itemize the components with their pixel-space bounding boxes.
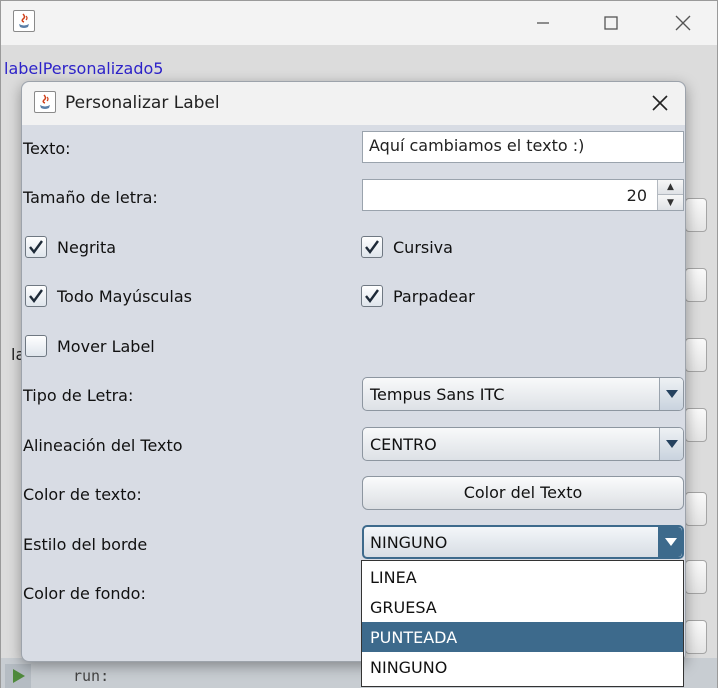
negrita-label: Negrita <box>57 237 117 257</box>
dialog-title: Personalizar Label <box>65 93 220 113</box>
background-button[interactable] <box>685 408 707 442</box>
negrita-checkbox-row[interactable]: Negrita <box>25 235 116 259</box>
mayusculas-checkbox-row[interactable]: Todo Mayúsculas <box>25 284 192 308</box>
mover-label-label: Mover Label <box>57 336 155 356</box>
alineacion-label: Alineación del Texto <box>23 436 183 455</box>
texto-input[interactable]: Aquí cambiamos el texto :) <box>362 131 684 163</box>
mover-label-checkbox-row[interactable]: Mover Label <box>25 334 155 358</box>
spin-down-icon[interactable]: ▼ <box>658 195 683 210</box>
dropdown-option-ninguno[interactable]: NINGUNO <box>362 652 683 682</box>
color-texto-label: Color de texto: <box>23 485 142 504</box>
estilo-borde-label: Estilo del borde <box>23 535 148 554</box>
spinner-arrows: ▲ ▼ <box>657 180 683 210</box>
dropdown-option-linea[interactable]: LINEA <box>362 562 683 592</box>
alineacion-value: CENTRO <box>370 435 437 454</box>
minimize-icon[interactable] <box>531 11 555 35</box>
estilo-borde-dropdown: LINEA GRUESA PUNTEADA NINGUNO <box>361 560 684 687</box>
java-app-icon <box>34 91 56 113</box>
tamano-label: Tamaño de letra: <box>23 188 158 207</box>
outer-titlebar <box>1 1 717 45</box>
background-button[interactable] <box>685 620 707 654</box>
tipo-letra-value: Tempus Sans ITC <box>370 385 505 404</box>
background-button[interactable] <box>685 492 707 526</box>
label-personalizado: labelPersonalizado5 <box>4 59 164 78</box>
chevron-down-icon[interactable] <box>658 527 682 557</box>
close-icon[interactable] <box>671 11 695 35</box>
dropdown-option-punteada[interactable]: PUNTEADA <box>362 622 683 652</box>
cursiva-checkbox[interactable] <box>361 236 383 258</box>
parpadear-checkbox-row[interactable]: Parpadear <box>361 284 475 308</box>
texto-label: Texto: <box>23 139 71 158</box>
mayusculas-checkbox[interactable] <box>25 285 47 307</box>
mover-label-checkbox[interactable] <box>25 335 47 357</box>
run-icon[interactable] <box>5 664 31 688</box>
parpadear-checkbox[interactable] <box>361 285 383 307</box>
background-button[interactable] <box>685 198 707 232</box>
dialog-titlebar: Personalizar Label <box>22 82 685 125</box>
close-icon[interactable] <box>649 92 671 114</box>
parpadear-label: Parpadear <box>393 286 475 306</box>
maximize-icon[interactable] <box>599 11 623 35</box>
color-texto-button[interactable]: Color del Texto <box>362 476 684 510</box>
chevron-down-icon[interactable] <box>659 378 683 410</box>
cursiva-checkbox-row[interactable]: Cursiva <box>361 235 453 259</box>
mayusculas-label: Todo Mayúsculas <box>57 286 192 306</box>
tamano-spinner[interactable]: 20 ▲ ▼ <box>362 179 684 211</box>
tipo-letra-combo[interactable]: Tempus Sans ITC <box>362 377 684 411</box>
spin-up-icon[interactable]: ▲ <box>658 180 683 195</box>
tipo-letra-label: Tipo de Letra: <box>23 386 134 405</box>
background-button[interactable] <box>685 560 707 594</box>
dropdown-option-gruesa[interactable]: GRUESA <box>362 592 683 622</box>
alineacion-combo[interactable]: CENTRO <box>362 427 684 461</box>
console-output: run: <box>73 667 110 685</box>
tamano-value: 20 <box>626 186 647 205</box>
color-fondo-label: Color de fondo: <box>23 584 146 603</box>
chevron-down-icon[interactable] <box>659 428 683 460</box>
personalizar-label-dialog: Personalizar Label Texto: Aquí cambiamos… <box>21 81 686 687</box>
cursiva-label: Cursiva <box>393 237 453 257</box>
negrita-checkbox[interactable] <box>25 236 47 258</box>
estilo-borde-combo[interactable]: NINGUNO <box>362 525 684 559</box>
background-button[interactable] <box>685 268 707 302</box>
background-button[interactable] <box>685 338 707 372</box>
java-app-icon <box>13 10 35 32</box>
estilo-borde-value: NINGUNO <box>370 533 448 552</box>
